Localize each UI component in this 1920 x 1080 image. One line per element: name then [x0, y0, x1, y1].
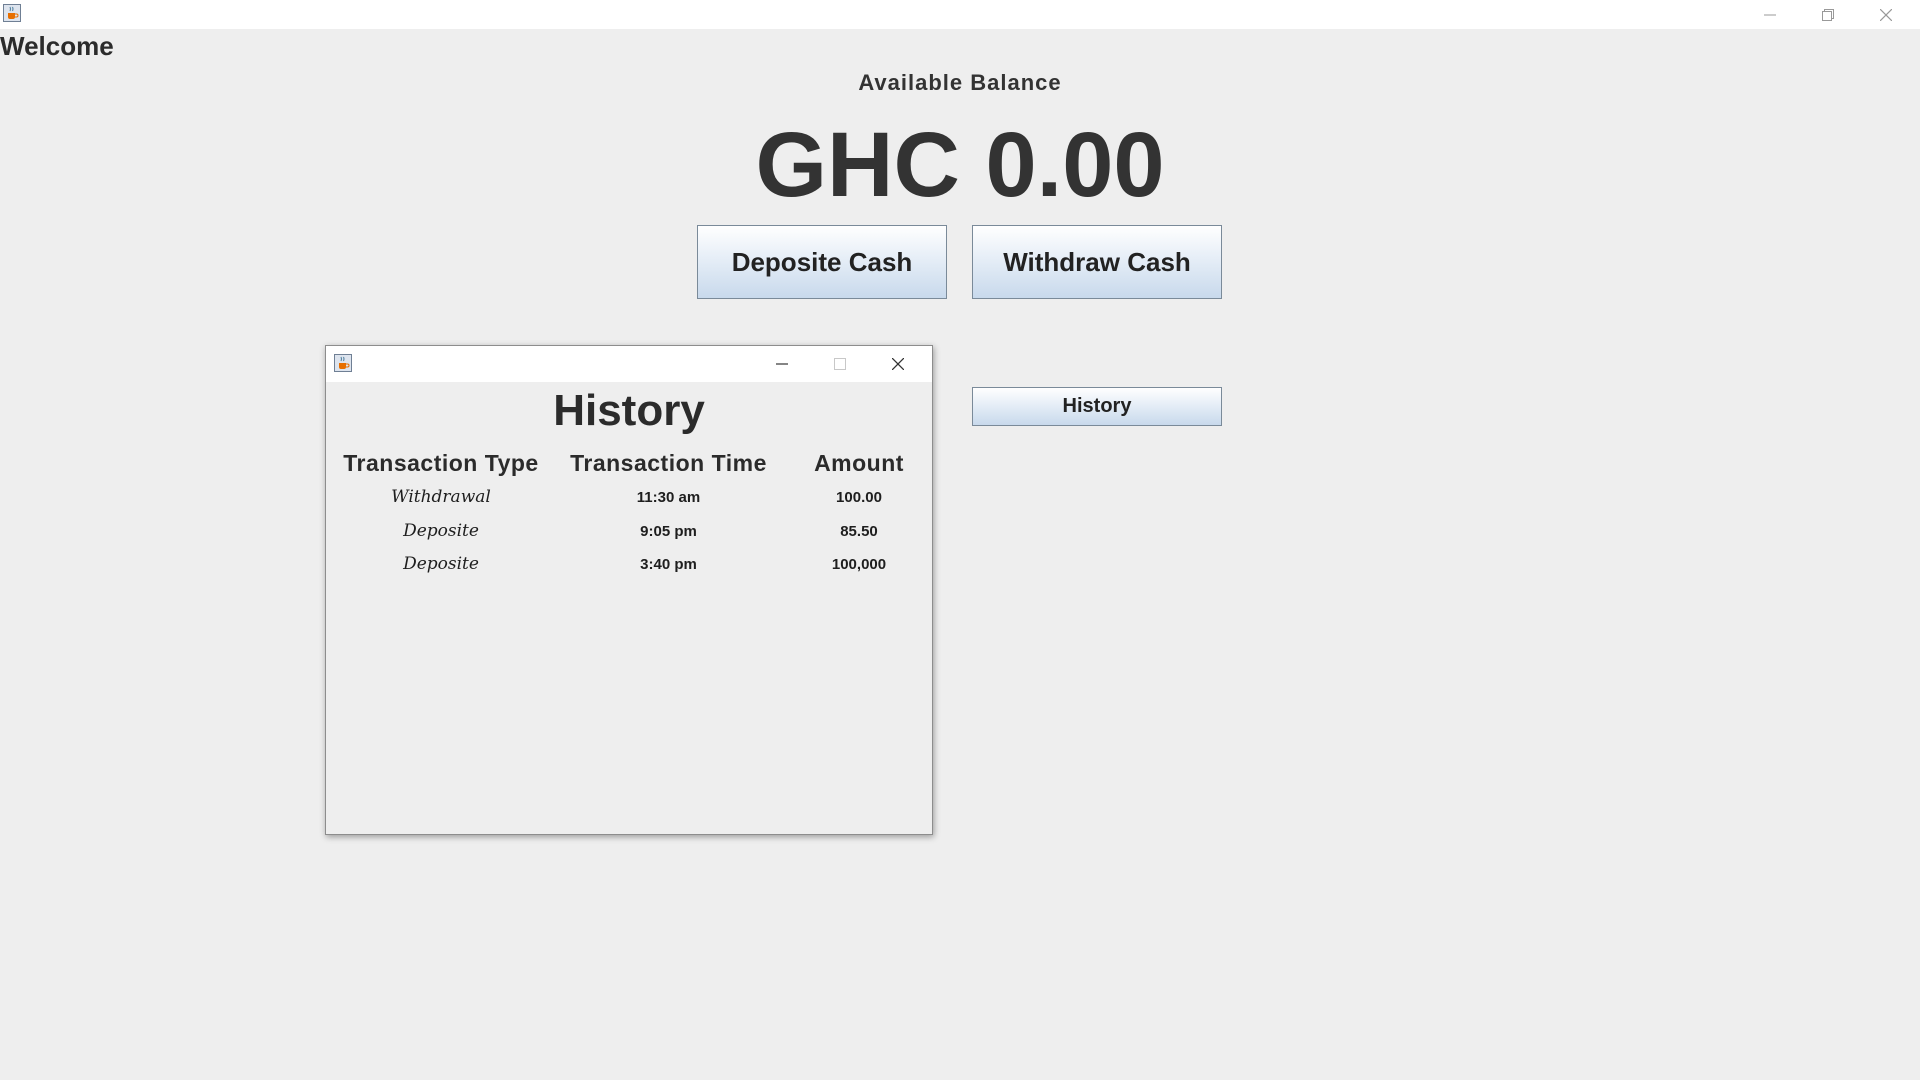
minimize-button[interactable] — [1741, 0, 1799, 29]
deposit-cash-button[interactable]: Deposite Cash — [697, 225, 947, 299]
restore-icon — [1822, 8, 1834, 21]
row-2-amount: 85.50 — [840, 523, 878, 540]
available-balance-label: Available Balance — [858, 70, 1062, 95]
row-1-time: 11:30 am — [636, 489, 701, 506]
main-titlebar[interactable] — [0, 0, 1920, 29]
welcome-label: Welcome — [0, 31, 114, 61]
history-maximize-button[interactable] — [812, 346, 868, 382]
java-cup-icon — [334, 354, 352, 372]
history-window: History Transaction Type Transaction Tim… — [325, 345, 933, 835]
withdraw-cash-button[interactable]: Withdraw Cash — [972, 225, 1222, 299]
minimize-icon — [1764, 14, 1776, 15]
close-icon — [1880, 8, 1892, 21]
row-3-amount: 100,000 — [831, 556, 887, 573]
row-2-type: Deposite — [403, 521, 479, 541]
maximize-icon — [834, 358, 846, 370]
close-button[interactable] — [1857, 0, 1915, 29]
restore-button[interactable] — [1799, 0, 1857, 29]
minimize-icon — [776, 363, 788, 365]
column-header-amount: Amount — [814, 450, 904, 476]
main-window: Welcome Available Balance GHC 0.00 Depos… — [0, 0, 1920, 1080]
column-header-transaction-type: Transaction Type — [343, 450, 539, 476]
row-1-amount: 100.00 — [836, 489, 882, 506]
row-1-type: Withdrawal — [391, 487, 491, 507]
row-3-type: Deposite — [403, 554, 479, 574]
java-cup-icon — [3, 4, 21, 22]
history-title: History — [553, 386, 705, 435]
row-3-time: 3:40 pm — [640, 556, 697, 573]
balance-amount: GHC 0.00 — [755, 114, 1165, 216]
row-2-time: 9:05 pm — [640, 523, 697, 540]
history-window-titlebar[interactable] — [326, 346, 932, 382]
close-icon — [892, 358, 904, 370]
column-header-transaction-time: Transaction Time — [570, 450, 767, 476]
history-minimize-button[interactable] — [754, 346, 810, 382]
history-button[interactable]: History — [972, 387, 1222, 426]
history-close-button[interactable] — [870, 346, 926, 382]
